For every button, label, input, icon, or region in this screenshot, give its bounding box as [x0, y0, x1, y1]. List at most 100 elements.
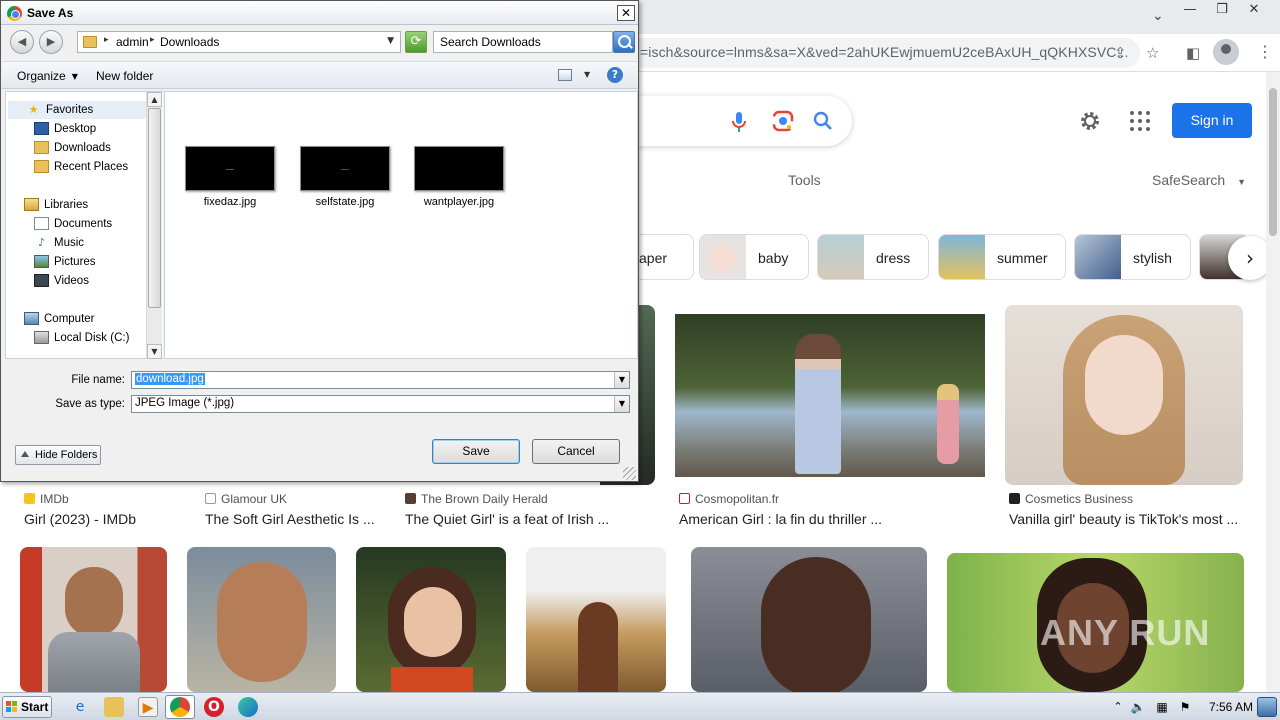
back-arrow-icon[interactable]: ◀	[10, 30, 34, 54]
scrollbar-thumb[interactable]	[148, 108, 161, 308]
chip-filter[interactable]: summer	[938, 234, 1066, 280]
nav-label: Favorites	[46, 104, 94, 116]
result-image[interactable]	[691, 547, 927, 692]
dropdown-caret-icon: ▼	[71, 72, 78, 81]
chip-filter[interactable]: stylish	[1074, 234, 1191, 280]
anyrun-watermark: ANY RUN	[1040, 612, 1211, 653]
chip-filter[interactable]: baby	[699, 234, 809, 280]
file-item[interactable]: selfstate.jpg	[290, 146, 400, 208]
google-apps-icon[interactable]	[1130, 111, 1150, 131]
result-source[interactable]: Cosmopolitan.fr	[679, 492, 779, 506]
media-player-icon[interactable]: ▶	[138, 697, 158, 717]
tray-expand-icon[interactable]: ⌃	[1108, 697, 1128, 717]
action-center-flag-icon[interactable]: ⚑	[1175, 697, 1195, 717]
result-image[interactable]	[187, 547, 336, 692]
breadcrumb-arrow-icon[interactable]: ▸	[104, 35, 109, 45]
scrollbar-thumb[interactable]	[1269, 88, 1277, 236]
page-scrollbar[interactable]	[1266, 72, 1280, 692]
nav-label: Videos	[54, 275, 89, 287]
window-close-icon[interactable]: ✕	[1242, 2, 1266, 18]
result-image[interactable]	[20, 547, 167, 692]
save-button[interactable]: Save	[432, 439, 520, 464]
profile-avatar[interactable]	[1213, 39, 1239, 65]
forward-arrow-icon[interactable]: ▶	[39, 30, 63, 54]
start-button[interactable]: Start	[2, 696, 52, 718]
result-caption[interactable]: The Soft Girl Aesthetic Is ...	[205, 511, 375, 527]
edge-icon[interactable]	[238, 697, 258, 717]
settings-gear-icon[interactable]	[1078, 109, 1102, 133]
opera-icon[interactable]: O	[204, 697, 224, 717]
microphone-icon[interactable]	[730, 110, 748, 134]
minimize-icon[interactable]: —	[1178, 2, 1202, 18]
result-caption[interactable]: Vanilla girl' beauty is TikTok's most ..…	[1009, 511, 1238, 527]
search-icon[interactable]	[812, 110, 834, 132]
file-name: selfstate.jpg	[315, 196, 375, 208]
nav-favorites[interactable]: ★ Favorites	[8, 101, 146, 119]
network-icon[interactable]: ▦	[1152, 697, 1172, 717]
chip-label: dress	[876, 250, 911, 266]
breadcrumb-arrow-icon[interactable]: ▸	[150, 35, 155, 45]
result-image[interactable]	[675, 314, 985, 477]
help-icon[interactable]: ?	[607, 67, 623, 83]
address-breadcrumb-bar[interactable]: ▸ admin ▸ Downloads ▼	[77, 31, 401, 53]
restore-icon[interactable]: ❐	[1210, 2, 1234, 18]
nav-label: Music	[54, 237, 85, 249]
breadcrumb-downloads[interactable]: Downloads	[160, 35, 219, 49]
bookmark-star-icon[interactable]: ☆	[1146, 44, 1159, 62]
share-icon[interactable]: ⇪	[1114, 44, 1127, 62]
file-name-value[interactable]: download.jpg	[135, 373, 205, 385]
chrome-menu-icon[interactable]: ⋮	[1257, 42, 1273, 61]
file-list-pane[interactable]: fixedaz.jpg selfstate.jpg wantplayer.jpg	[164, 91, 638, 359]
result-caption[interactable]: The Quiet Girl' is a feat of Irish ...	[405, 511, 609, 527]
file-item[interactable]: wantplayer.jpg	[404, 146, 514, 208]
google-lens-icon[interactable]	[772, 110, 794, 132]
view-options-caret-icon[interactable]: ▼	[584, 70, 590, 79]
change-view-icon[interactable]	[558, 69, 572, 81]
organize-menu-button[interactable]: Organize ▼	[17, 69, 78, 83]
file-name-dropdown-icon[interactable]: ▼	[614, 372, 629, 388]
scroll-down-arrow-icon[interactable]: ▼	[147, 344, 162, 359]
safesearch-button[interactable]: SafeSearch ▼	[1152, 172, 1246, 188]
save-type-dropdown-icon[interactable]: ▼	[614, 396, 629, 412]
result-caption[interactable]: American Girl : la fin du thriller ...	[679, 511, 882, 527]
result-image[interactable]	[356, 547, 506, 692]
sign-in-button[interactable]: Sign in	[1172, 103, 1252, 138]
result-source[interactable]: Glamour UK	[205, 492, 287, 506]
tab-search-chevron-icon[interactable]: ⌄	[1152, 8, 1164, 24]
side-panel-icon[interactable]: ◧	[1186, 44, 1200, 62]
file-item[interactable]: fixedaz.jpg	[175, 146, 285, 208]
resize-grip-icon[interactable]	[623, 467, 636, 480]
cancel-button[interactable]: Cancel	[532, 439, 620, 464]
result-source[interactable]: IMDb	[24, 492, 69, 506]
breadcrumb-admin[interactable]: admin	[116, 35, 149, 49]
tools-button[interactable]: Tools	[788, 172, 821, 188]
dialog-titlebar[interactable]: Save As ✕	[1, 1, 638, 25]
result-image[interactable]	[526, 547, 666, 692]
internet-explorer-icon[interactable]: e	[70, 697, 90, 717]
source-label: Cosmopolitan.fr	[695, 492, 780, 506]
address-dropdown-icon[interactable]: ▼	[387, 36, 394, 46]
taskbar-clock[interactable]: 7:56 AM	[1209, 700, 1253, 714]
result-source[interactable]: The Brown Daily Herald	[405, 492, 548, 506]
chip-filter[interactable]: dress	[817, 234, 929, 280]
search-downloads-input[interactable]: Search Downloads	[433, 31, 613, 53]
scroll-up-arrow-icon[interactable]: ▲	[147, 92, 162, 107]
dialog-close-button[interactable]: ✕	[617, 5, 635, 21]
result-image[interactable]	[1005, 305, 1243, 485]
refresh-icon[interactable]: ⟳	[405, 31, 427, 53]
file-name-field[interactable]: download.jpg ▼	[131, 371, 630, 389]
nav-label: Computer	[44, 313, 95, 325]
address-url[interactable]: =isch&source=lnms&sa=X&ved=2ahUKEwjmuemU…	[640, 44, 1128, 60]
result-source[interactable]: Cosmetics Business	[1009, 492, 1133, 506]
nav-label: Documents	[54, 218, 113, 230]
save-type-select[interactable]: JPEG Image (*.jpg) ▼	[131, 395, 630, 413]
nav-pane-scrollbar[interactable]: ▲ ▼	[146, 92, 162, 359]
nav-label: Downloads	[54, 142, 111, 154]
search-button-icon[interactable]	[613, 31, 635, 53]
volume-icon[interactable]: 🔈	[1128, 697, 1148, 717]
show-desktop-icon[interactable]	[1257, 697, 1277, 717]
new-folder-button[interactable]: New folder	[96, 69, 153, 83]
hide-folders-button[interactable]: Hide Folders	[15, 445, 101, 465]
result-caption[interactable]: Girl (2023) - IMDb	[24, 511, 136, 527]
file-explorer-icon[interactable]	[104, 697, 124, 717]
